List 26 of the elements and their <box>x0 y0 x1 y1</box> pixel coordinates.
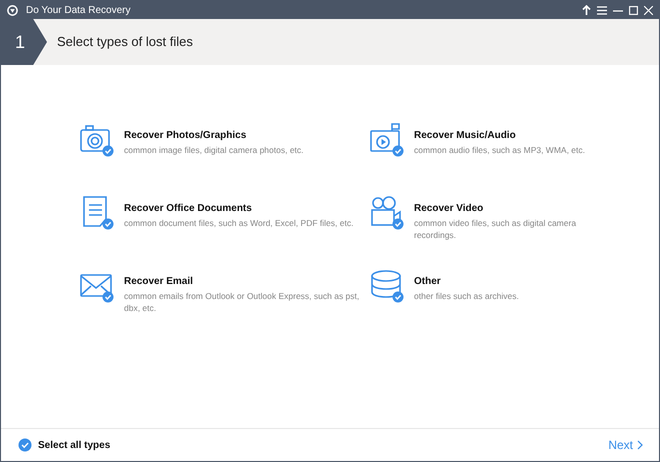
select-all-checkbox[interactable] <box>18 438 32 452</box>
video-icon[interactable] <box>370 196 404 230</box>
menu-icon[interactable] <box>597 6 607 14</box>
select-all-label[interactable]: Select all types <box>38 438 110 452</box>
photo-icon[interactable] <box>80 123 114 157</box>
file-type-title[interactable]: Other <box>414 274 519 289</box>
document-icon[interactable] <box>80 196 114 230</box>
file-type-title[interactable]: Recover Email <box>124 274 370 289</box>
file-type-title[interactable]: Recover Video <box>414 201 620 216</box>
step-title: Select types of lost files <box>57 33 193 52</box>
step-number: 1 <box>1 19 47 65</box>
file-type-description: common image files, digital camera photos, etc. <box>124 144 304 156</box>
app-logo-icon <box>7 4 18 16</box>
file-type-description: common video files, such as digital camera recordings. <box>414 217 578 241</box>
file-type-description: common document files, such as Word, Excel, PDF files, etc. <box>124 217 354 229</box>
window-title: Do Your Data Recovery <box>26 4 131 18</box>
maximize-icon[interactable] <box>629 6 638 14</box>
file-type-description: common audio files, such as MP3, WMA, etc. <box>414 144 586 156</box>
file-type-description: common emails from Outlook or Outlook Express, such as pst, dbx, etc. <box>124 290 360 314</box>
close-icon[interactable] <box>644 6 653 14</box>
file-type-description: other files such as archives. <box>414 290 519 302</box>
file-type-title[interactable]: Recover Office Documents <box>124 201 354 216</box>
file-type-title[interactable]: Recover Music/Audio <box>414 128 586 143</box>
upload-icon[interactable] <box>582 5 591 15</box>
chevron-right-icon <box>637 440 643 450</box>
file-type-title[interactable]: Recover Photos/Graphics <box>124 128 304 143</box>
